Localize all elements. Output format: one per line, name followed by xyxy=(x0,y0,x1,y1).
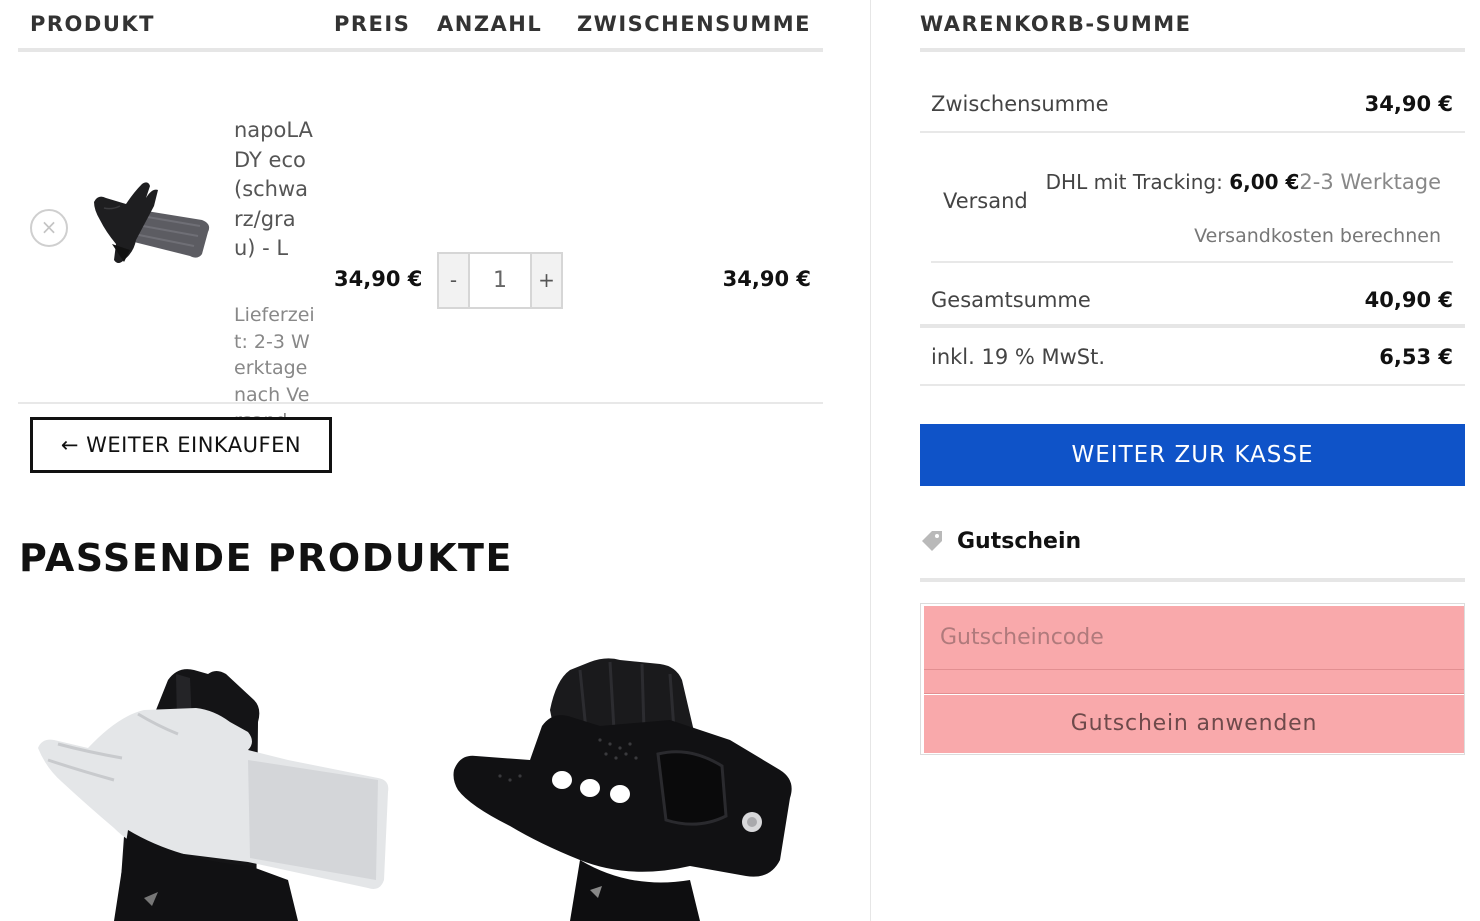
subtotal-row: Zwischensumme 34,90 € xyxy=(920,75,1465,133)
cart-item-row: × napoLADY eco (schwarz/grau) - L Liefer… xyxy=(18,52,823,432)
quantity-stepper: - + xyxy=(437,252,563,309)
delivery-time-note: Lieferzeit: 2-3 Werktage nach Versand xyxy=(234,304,315,432)
coupon-code-input[interactable] xyxy=(924,606,1464,670)
product-thumbnail[interactable] xyxy=(90,180,214,270)
decrease-quantity-button[interactable]: - xyxy=(439,254,470,307)
tax-value: 6,53 € xyxy=(1379,345,1453,369)
shipping-method: DHL mit Tracking: 6,00 €2-3 Werktage xyxy=(1046,170,1441,194)
continue-shopping-button[interactable]: ← WEITER EINKAUFEN xyxy=(30,417,332,473)
coupon-divider xyxy=(920,578,1465,582)
subtotal-label: Zwischensumme xyxy=(931,92,1109,116)
shipping-row: Versand DHL mit Tracking: 6,00 €2-3 Werk… xyxy=(920,133,1465,263)
column-divider xyxy=(870,0,871,921)
related-products-title: PASSENDE PRODUKTE xyxy=(19,536,513,580)
coupon-title: Gutschein xyxy=(957,529,1082,554)
shipping-method-name: DHL mit Tracking: xyxy=(1045,170,1223,194)
checkout-button[interactable]: WEITER ZUR KASSE xyxy=(920,424,1465,486)
header-price: PREIS xyxy=(334,12,411,36)
header-quantity: ANZAHL xyxy=(437,12,543,36)
header-subtotal: ZWISCHENSUMME xyxy=(576,12,811,36)
total-value: 40,90 € xyxy=(1364,288,1453,312)
related-product-image xyxy=(453,658,792,921)
coupon-form: Gutschein anwenden xyxy=(920,603,1465,755)
total-row: Gesamtsumme 40,90 € xyxy=(920,272,1465,328)
increase-quantity-button[interactable]: + xyxy=(530,254,561,307)
cart-table: PRODUKT PREIS ANZAHL ZWISCHENSUMME × nap… xyxy=(18,0,823,432)
close-circle-icon: × xyxy=(40,215,58,239)
shipping-amount: 6,00 € xyxy=(1229,170,1300,194)
apply-coupon-button[interactable]: Gutschein anwenden xyxy=(924,695,1464,753)
header-product: PRODUKT xyxy=(30,12,155,36)
remove-item-button[interactable]: × xyxy=(30,209,68,247)
item-price: 34,90 € xyxy=(334,267,423,291)
product-name-link[interactable]: napoLADY eco (schwarz/grau) - L xyxy=(234,116,316,264)
coupon-form-spacer xyxy=(924,670,1464,694)
quantity-input[interactable] xyxy=(470,254,530,307)
related-product-card[interactable] xyxy=(430,630,830,921)
related-product-card[interactable] xyxy=(18,630,418,921)
total-label: Gesamtsumme xyxy=(931,288,1091,312)
totals-divider xyxy=(920,48,1465,52)
cart-table-header: PRODUKT PREIS ANZAHL ZWISCHENSUMME xyxy=(18,0,823,52)
tax-label: inkl. 19 % MwSt. xyxy=(931,345,1106,369)
item-subtotal: 34,90 € xyxy=(722,267,811,291)
tax-row: inkl. 19 % MwSt. 6,53 € xyxy=(920,328,1465,386)
cart-totals-title: WARENKORB-SUMME xyxy=(920,12,1192,36)
shipping-divider xyxy=(931,261,1453,263)
shipping-label: Versand xyxy=(943,189,1028,213)
calculate-shipping-link[interactable]: Versandkosten berechnen xyxy=(1194,225,1441,247)
coupon-header: Gutschein xyxy=(920,527,1465,567)
subtotal-value: 34,90 € xyxy=(1364,92,1453,116)
shipping-days: 2-3 Werktage xyxy=(1299,170,1441,194)
related-product-image xyxy=(38,669,389,921)
tag-icon xyxy=(922,531,942,551)
